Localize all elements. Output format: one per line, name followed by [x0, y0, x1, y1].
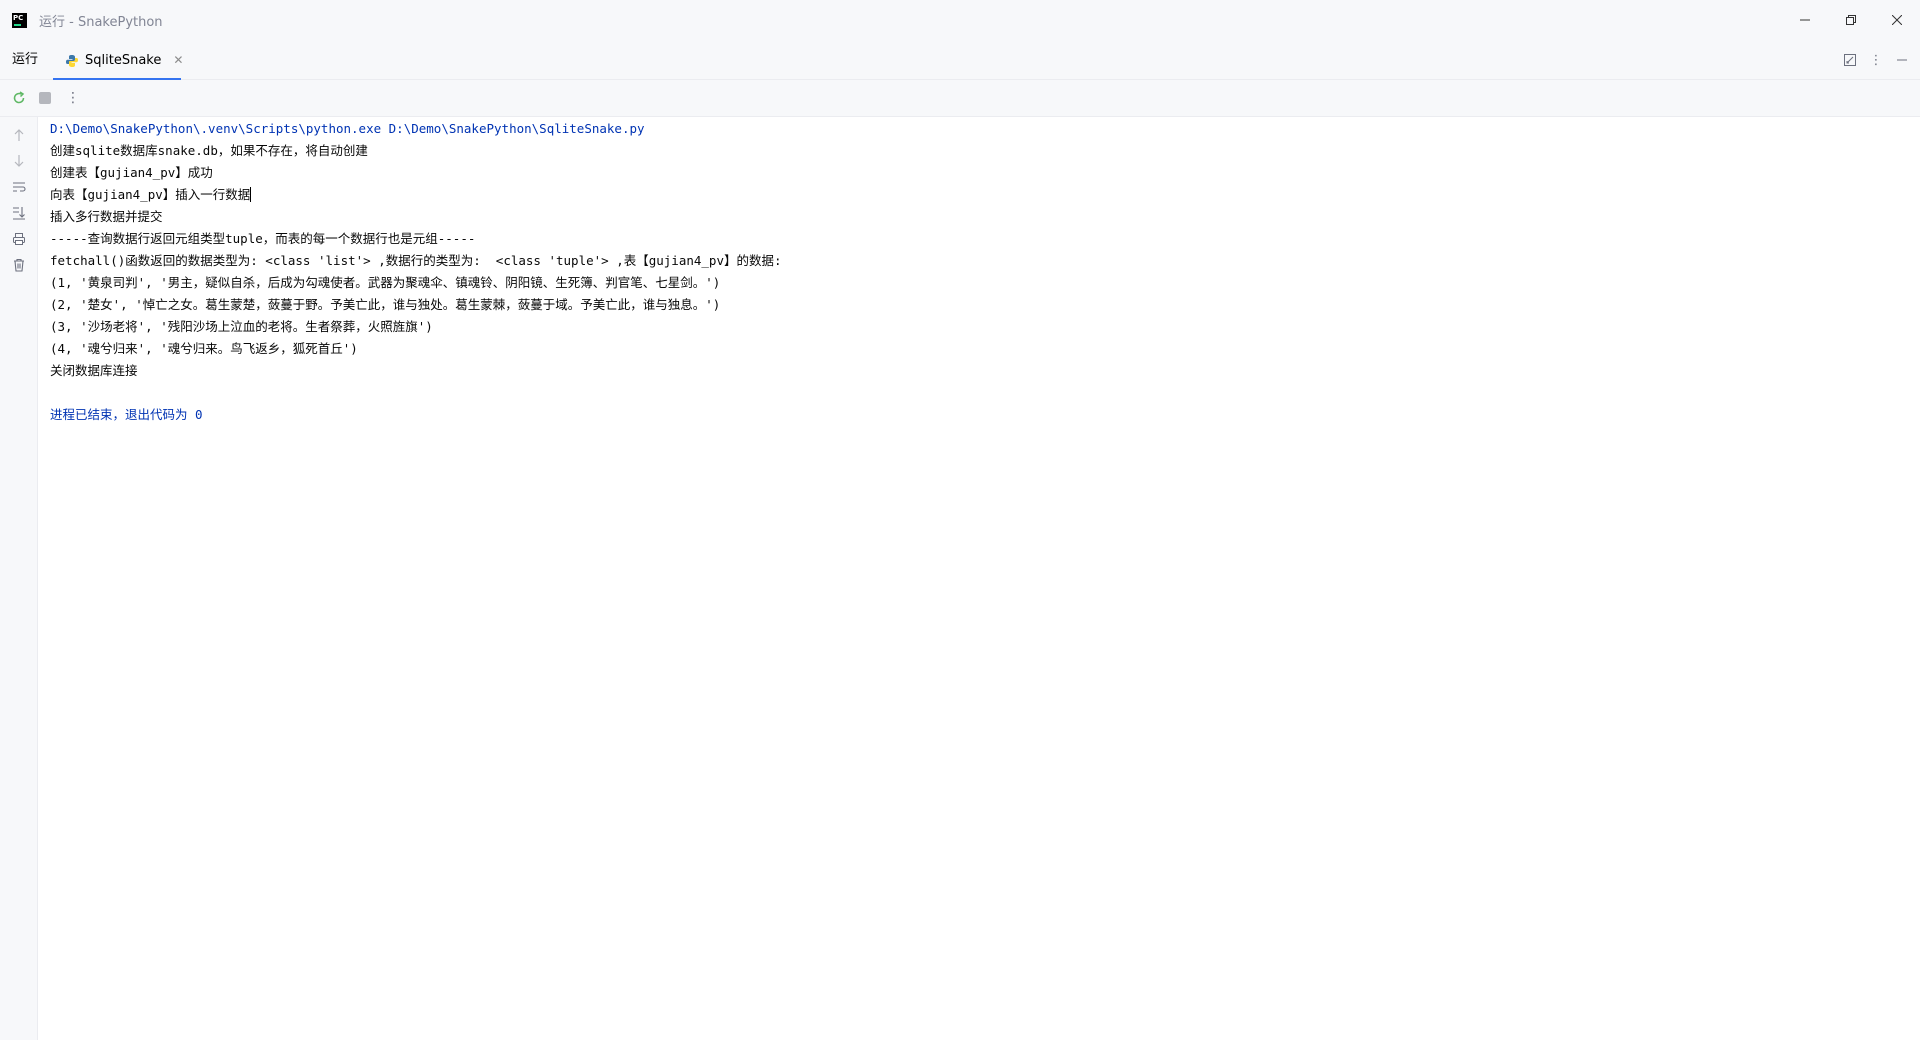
rerun-button[interactable] — [8, 87, 30, 109]
tab-close-icon[interactable]: ✕ — [173, 53, 183, 67]
minimize-button[interactable] — [1782, 0, 1828, 40]
more-actions-button[interactable]: ⋮ — [62, 87, 84, 109]
console-line: 插入多行数据并提交 — [50, 209, 163, 224]
run-toolbar: ⋮ — [0, 80, 1920, 117]
run-tool-window-header: 运行 SqliteSnake ✕ ⋮ — [0, 40, 1920, 81]
scroll-down-icon[interactable] — [11, 153, 27, 169]
minimize-icon — [1800, 19, 1810, 21]
console-line: (2, '楚女', '悼亡之女。葛生蒙楚，蔹蔓于野。予美亡此，谁与独处。葛生蒙棘… — [50, 297, 721, 312]
console-line-command: D:\Demo\SnakePython\.venv\Scripts\python… — [50, 121, 645, 136]
console-line: (4, '魂兮归来', '魂兮归来。鸟飞返乡，狐死首丘') — [50, 341, 358, 356]
scroll-up-icon[interactable] — [11, 127, 27, 143]
console-line-with-caret: 向表【gujian4_pv】插入一行数据 — [50, 184, 1920, 206]
console-line: 创建表【gujian4_pv】成功 — [50, 165, 213, 180]
console-output[interactable]: D:\Demo\SnakePython\.venv\Scripts\python… — [50, 118, 1920, 1040]
hide-panel-icon[interactable] — [1894, 52, 1910, 68]
console-gutter — [0, 117, 38, 1040]
title-bar: PC 运行 - SnakePython — [0, 0, 1920, 40]
python-icon — [65, 53, 79, 67]
clear-all-icon[interactable] — [11, 257, 27, 273]
console-line: 关闭数据库连接 — [50, 363, 138, 378]
tab-sqlitesnake[interactable]: SqliteSnake ✕ — [53, 40, 183, 81]
more-vertical-icon: ⋮ — [66, 90, 80, 106]
console-line: (1, '黄泉司判', '男主，疑似自杀，后成为勾魂使者。武器为聚魂伞、镇魂铃、… — [50, 275, 721, 290]
console-line: 创建sqlite数据库snake.db，如果不存在，将自动创建 — [50, 143, 368, 158]
more-options-icon[interactable]: ⋮ — [1868, 52, 1884, 68]
console-line: -----查询数据行返回元组类型tuple，而表的每一个数据行也是元组----- — [50, 231, 476, 246]
stop-button[interactable] — [34, 87, 56, 109]
scroll-to-end-icon[interactable] — [11, 205, 27, 221]
close-icon — [1892, 15, 1902, 25]
pycharm-logo-icon: PC — [12, 12, 27, 28]
console-line: fetchall()函数返回的数据类型为: <class 'list'> ,数据… — [50, 253, 782, 268]
soft-wrap-icon[interactable] — [11, 179, 27, 195]
restore-icon — [1846, 15, 1856, 25]
print-icon[interactable] — [11, 231, 27, 247]
logo-text: PC — [13, 13, 24, 22]
window-title: 运行 - SnakePython — [39, 14, 163, 30]
tab-label: SqliteSnake — [85, 52, 162, 68]
console-line-text: 向表【gujian4_pv】插入一行数据 — [50, 187, 251, 202]
window-controls — [1782, 0, 1920, 40]
tool-window-actions: ⋮ — [1842, 40, 1910, 80]
layout-icon[interactable] — [1842, 52, 1858, 68]
console-line: (3, '沙场老将', '残阳沙场上泣血的老将。生者祭葬，火照旌旗') — [50, 319, 433, 334]
close-window-button[interactable] — [1874, 0, 1920, 40]
text-caret — [250, 187, 252, 202]
tool-window-title: 运行 — [12, 52, 39, 67]
restore-button[interactable] — [1828, 0, 1874, 40]
rerun-icon — [13, 91, 25, 104]
stop-icon — [39, 92, 51, 104]
console-line-exit-status: 进程已结束，退出代码为 0 — [50, 407, 203, 422]
